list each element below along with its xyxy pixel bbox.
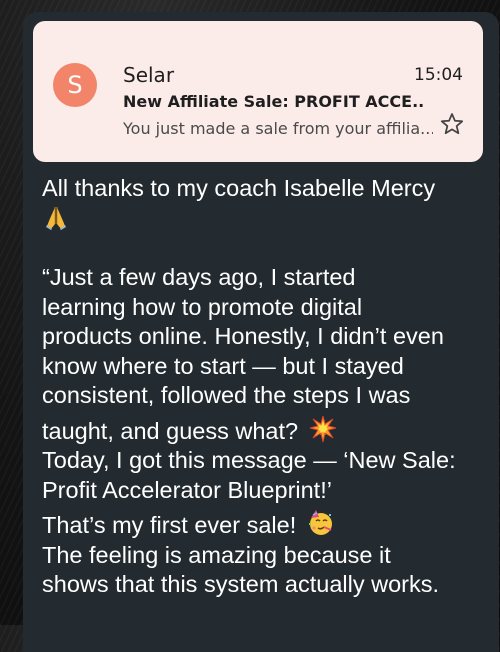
text-line: All thanks to my coach Isabelle Mercy <box>42 175 436 201</box>
message-line: consistent, followed the steps I was <box>42 381 497 411</box>
notification-time: 15:04 <box>414 65 463 85</box>
message-line: learning how to promote digital <box>42 293 497 323</box>
text-line: learning how to promote digital <box>42 293 363 320</box>
text-line: shows that this system actually works. <box>42 571 440 597</box>
message-line: Today, I got this message — ‘New Sale: <box>42 446 497 476</box>
partying-face-emoji <box>308 510 332 535</box>
text-line: The feeling is amazing because it <box>42 541 391 568</box>
text-line: consistent, followed the steps I was <box>42 382 411 408</box>
message-line: That’s my first ever sale! <box>42 509 497 541</box>
collision-emoji <box>309 415 336 442</box>
message-line: “Just a few days ago, I started <box>42 263 497 293</box>
email-subject: New Affiliate Sale: PROFIT ACCE... <box>123 92 423 111</box>
message-line: taught, and guess what? <box>42 415 497 447</box>
message-line: The feeling is amazing because it <box>42 541 497 571</box>
text-line: Today, I got this message — ‘New Sale: <box>42 447 456 473</box>
email-notification-card[interactable]: S Selar 15:04 New Affiliate Sale: PROFIT… <box>33 21 483 162</box>
praying-hands-emoji <box>46 206 66 230</box>
sender-avatar: S <box>53 63 97 107</box>
message-line: All thanks to my coach Isabelle Mercy <box>42 174 497 204</box>
message-text: All thanks to my coach Isabelle Mercy “J… <box>42 174 497 600</box>
text-line: That’s my first ever sale! <box>42 512 297 538</box>
text-line: Profit Accelerator Blueprint!’ <box>42 476 332 503</box>
text-line: products online. Honestly, I didn’t even <box>42 323 444 349</box>
email-preview: You just made a sale from your affilia..… <box>123 119 433 138</box>
message-line: products online. Honestly, I didn’t even <box>42 322 497 352</box>
text-line: taught, and guess what? <box>42 417 299 444</box>
text-line: know where to start — but I stayed <box>42 352 404 379</box>
message-line: shows that this system actually works. <box>42 570 497 600</box>
message-line <box>42 204 497 236</box>
star-outline-icon[interactable] <box>439 111 465 137</box>
text-line: “Just a few days ago, I started <box>42 264 356 290</box>
message-line: Profit Accelerator Blueprint!’ <box>42 476 497 506</box>
sender-name: Selar <box>123 63 175 87</box>
message-line: know where to start — but I stayed <box>42 352 497 382</box>
